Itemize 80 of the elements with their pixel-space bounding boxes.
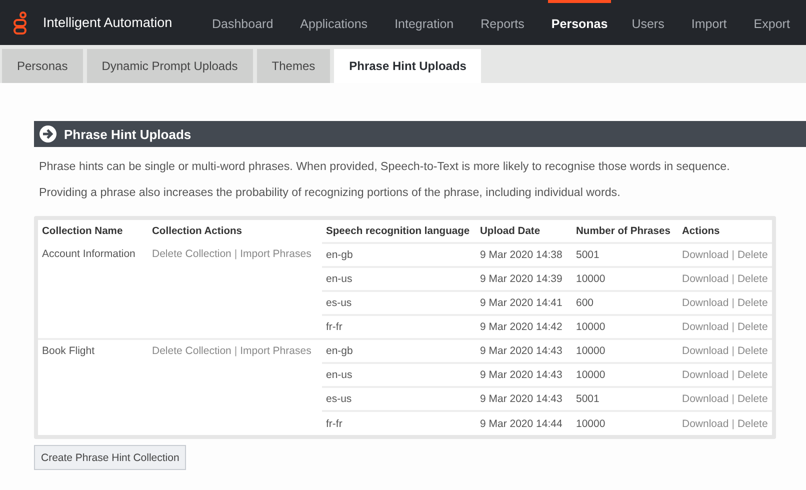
table-cell: 9 Mar 2020 14:41 <box>480 297 562 309</box>
logo-icon <box>13 10 27 34</box>
table-cell: en-gb <box>326 249 353 261</box>
separator-text: | <box>730 321 736 333</box>
column-header: Number of Phrases <box>572 220 678 243</box>
tab[interactable]: Themes <box>256 49 330 83</box>
table-cell: en-us <box>326 273 352 285</box>
nav-link[interactable]: Applications <box>300 0 380 45</box>
table-cell: 9 Mar 2020 14:43 <box>480 393 562 405</box>
action-link[interactable]: Import Phrases <box>240 345 312 357</box>
tab[interactable]: Phrase Hint Uploads <box>334 49 482 83</box>
table-cell: es-us <box>326 297 352 309</box>
table-cell: fr-fr <box>326 321 342 333</box>
action-link[interactable]: Delete <box>737 418 768 430</box>
table-cell: fr-fr <box>326 418 342 430</box>
separator-text: | <box>730 393 736 405</box>
nav-link[interactable]: Users <box>632 0 676 45</box>
table-cell: 10000 <box>576 345 606 357</box>
separator-text: | <box>730 249 736 261</box>
action-link[interactable]: Download <box>682 345 729 357</box>
column-header: Collection Name <box>41 225 124 239</box>
column-header: Actions <box>678 220 772 243</box>
action-link[interactable]: Delete <box>737 345 768 357</box>
table-cell: 10000 <box>576 369 606 381</box>
description-text: Phrase hints can be single or multi-word phrases. When provided, Speech-to-Text is more likely to recognise those words in sequence. <box>39 160 731 173</box>
separator-text: | <box>730 369 736 381</box>
action-link[interactable]: Delete Collection <box>152 345 232 357</box>
description-text: Providing a phrase also increases the probability of recognizing portions of the phrase, including individual words. <box>39 186 622 199</box>
table-cell: 10000 <box>576 418 606 430</box>
nav-link[interactable]: Import <box>691 0 739 45</box>
column-header: Speech recognition language <box>322 220 476 243</box>
table-cell: 9 Mar 2020 14:39 <box>480 273 562 285</box>
table-cell: es-us <box>326 393 352 405</box>
table-cell: en-gb <box>326 345 353 357</box>
separator-text: | <box>233 345 238 357</box>
table-cell: 600 <box>576 297 594 309</box>
tab[interactable]: Dynamic Prompt Uploads <box>86 49 253 83</box>
action-link[interactable]: Delete <box>737 393 768 405</box>
nav-link[interactable]: Dashboard <box>212 0 286 45</box>
table-cell: 10000 <box>576 321 606 333</box>
action-link[interactable]: Download <box>682 393 729 405</box>
table-cell: 10000 <box>576 273 606 285</box>
table-cell: 9 Mar 2020 14:43 <box>480 369 562 381</box>
column-header: Upload Date <box>476 220 572 243</box>
table-cell: en-us <box>326 369 352 381</box>
action-link[interactable]: Download <box>682 418 729 430</box>
action-link[interactable]: Download <box>682 273 729 285</box>
action-link[interactable]: Download <box>682 297 729 309</box>
action-link[interactable]: Delete <box>737 297 768 309</box>
separator-text: | <box>730 418 736 430</box>
table-cell: Book Flight <box>42 345 95 357</box>
action-link[interactable]: Download <box>682 369 729 381</box>
table-cell: 9 Mar 2020 14:44 <box>480 418 562 430</box>
action-link[interactable]: Delete <box>737 321 768 333</box>
action-link[interactable]: Delete <box>737 273 768 285</box>
table-cell: 5001 <box>576 393 600 405</box>
arrow-circle-icon <box>39 125 57 143</box>
app-title: Intelligent Automation <box>43 15 172 30</box>
create-collection-button[interactable]: Create Phrase Hint Collection <box>34 445 186 470</box>
nav-link[interactable]: Reports <box>480 0 536 45</box>
table-cell: 9 Mar 2020 14:42 <box>480 321 562 333</box>
separator-text: | <box>730 273 736 285</box>
nav-link[interactable]: Export <box>754 0 802 45</box>
table-cell: 9 Mar 2020 14:38 <box>480 249 562 261</box>
table-cell: 5001 <box>576 249 600 261</box>
action-link[interactable]: Delete <box>737 369 768 381</box>
action-link[interactable]: Download <box>682 249 729 261</box>
nav-link[interactable]: Integration <box>394 0 466 45</box>
separator-text: | <box>233 248 238 260</box>
table-cell: Account Information <box>42 248 136 260</box>
panel-title: Phrase Hint Uploads <box>64 126 192 142</box>
action-link[interactable]: Import Phrases <box>240 248 312 260</box>
action-link[interactable]: Delete <box>737 249 768 261</box>
tab[interactable]: Personas <box>2 49 83 83</box>
action-link[interactable]: Download <box>682 321 729 333</box>
separator-text: | <box>730 345 736 357</box>
separator-text: | <box>730 297 736 309</box>
column-header: Collection Actions <box>148 220 322 243</box>
action-link[interactable]: Delete Collection <box>152 248 232 260</box>
table-cell: 9 Mar 2020 14:43 <box>480 345 562 357</box>
